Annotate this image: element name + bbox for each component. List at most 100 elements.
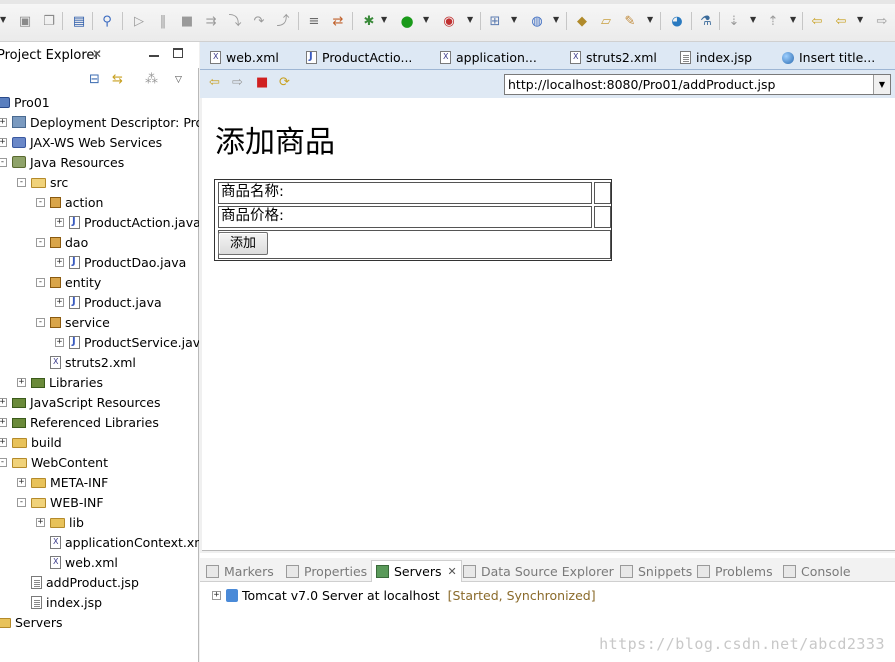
forward-icon[interactable]: ⇨: [873, 13, 891, 29]
save-icon[interactable]: ▣: [16, 13, 34, 29]
skip-breakpoints-icon[interactable]: ⚲: [98, 13, 116, 29]
view-tab[interactable]: Servers ✕: [371, 560, 462, 582]
refresh-icon[interactable]: ⟳: [279, 76, 290, 89]
url-input[interactable]: http://localhost:8080/Pro01/addProduct.j…: [504, 74, 891, 95]
tree-item[interactable]: web.xml: [36, 552, 118, 572]
collapse-icon[interactable]: -: [36, 277, 45, 287]
tree-item[interactable]: + JAX-WS Web Services: [0, 132, 162, 152]
expand-icon[interactable]: +: [55, 257, 64, 267]
tree-item[interactable]: + lib: [36, 512, 84, 532]
expand-icon[interactable]: +: [17, 477, 26, 487]
next-annotation-icon[interactable]: ⇣: [725, 13, 743, 29]
explorer-title[interactable]: Project Explorer: [0, 48, 100, 63]
expand-icon[interactable]: +: [36, 517, 45, 527]
tree-item[interactable]: + Libraries: [17, 372, 103, 392]
view-tab[interactable]: Markers: [206, 560, 274, 582]
web-browser-icon[interactable]: ◕: [668, 13, 686, 29]
editor-tab[interactable]: index.jsp: [674, 45, 772, 70]
view-tab[interactable]: Properties: [286, 560, 367, 582]
tree-item[interactable]: Servers: [0, 612, 63, 632]
chevron-down-icon[interactable]: ▼: [467, 15, 473, 24]
tree-item[interactable]: + ProductAction.java: [55, 212, 199, 232]
chevron-down-icon[interactable]: ▼: [423, 15, 429, 24]
expand-icon[interactable]: +: [55, 297, 64, 307]
disconnect-icon[interactable]: ⇉: [202, 13, 220, 29]
tree-item[interactable]: struts2.xml: [36, 352, 136, 372]
open-task-icon[interactable]: ✎: [621, 13, 639, 29]
previous-annotation-icon[interactable]: ⇡: [764, 13, 782, 29]
collapse-icon[interactable]: -: [36, 237, 45, 247]
collapse-all-icon[interactable]: ⊟: [89, 72, 100, 87]
save-all-icon[interactable]: ❐: [40, 13, 58, 29]
link-with-editor-icon[interactable]: ⇆: [112, 72, 123, 87]
run-icon[interactable]: ●: [398, 13, 416, 29]
filters-icon[interactable]: ⁂: [145, 72, 158, 87]
tree-item[interactable]: + Product.java: [55, 292, 162, 312]
view-menu-icon[interactable]: ▽: [175, 75, 182, 85]
view-tab[interactable]: Data Source Explorer: [463, 560, 614, 582]
terminate-icon[interactable]: ■: [178, 13, 196, 29]
search-icon[interactable]: ⚗: [697, 13, 715, 29]
tree-item[interactable]: - WEB-INF: [17, 492, 104, 512]
collapse-icon[interactable]: -: [36, 197, 45, 207]
step-into-icon[interactable]: ⤵: [226, 13, 244, 29]
tree-item[interactable]: + build: [0, 432, 62, 452]
editor-tab[interactable]: application...: [434, 45, 560, 70]
tree-item[interactable]: - dao: [36, 232, 88, 252]
back-icon[interactable]: ⇦: [832, 13, 850, 29]
view-tab[interactable]: Snippets: [620, 560, 692, 582]
editor-tab[interactable]: struts2.xml: [564, 45, 670, 70]
tree-item[interactable]: + Referenced Libraries: [0, 412, 159, 432]
new-server-icon[interactable]: ⊞: [486, 13, 504, 29]
chevron-down-icon[interactable]: ▼: [790, 15, 796, 24]
view-tab[interactable]: Console: [783, 560, 851, 582]
forward-icon[interactable]: ⇨: [232, 76, 243, 89]
chevron-down-icon[interactable]: ▼: [647, 15, 653, 24]
publish-icon[interactable]: ⇄: [329, 13, 347, 29]
last-edit-location-icon[interactable]: ⇦: [808, 13, 826, 29]
chevron-down-icon[interactable]: ▼: [857, 15, 863, 24]
price-input[interactable]: [594, 206, 611, 228]
step-return-icon[interactable]: ⤴: [274, 13, 292, 29]
minimize-icon[interactable]: [149, 47, 159, 57]
chevron-down-icon[interactable]: ▼: [381, 15, 387, 24]
collapse-icon[interactable]: -: [0, 457, 7, 467]
expand-icon[interactable]: +: [0, 437, 7, 447]
open-type-icon[interactable]: ◆: [573, 13, 591, 29]
suspend-icon[interactable]: ‖: [154, 13, 172, 29]
tree-item[interactable]: applicationContext.xml: [36, 532, 199, 552]
tree-item[interactable]: addProduct.jsp: [17, 572, 139, 592]
expand-icon[interactable]: +: [0, 137, 7, 147]
editor-tab[interactable]: Insert title...: [776, 45, 892, 70]
new-java-class-icon[interactable]: ◍: [528, 13, 546, 29]
tree-item[interactable]: - Java Resources: [0, 152, 124, 172]
debug-icon[interactable]: ✱: [360, 13, 378, 29]
tree-item[interactable]: + JavaScript Resources: [0, 392, 160, 412]
monitor-icon[interactable]: ▤: [70, 13, 88, 29]
expand-icon[interactable]: +: [212, 590, 221, 600]
collapse-icon[interactable]: -: [0, 157, 7, 167]
maximize-icon[interactable]: [173, 48, 183, 58]
chevron-down-icon[interactable]: ▼: [750, 15, 756, 24]
tree-item[interactable]: + ProductDao.java: [55, 252, 186, 272]
chevron-down-icon[interactable]: ▼: [0, 15, 6, 24]
expand-icon[interactable]: +: [0, 117, 7, 127]
tree-item[interactable]: - entity: [36, 272, 101, 292]
editor-tab[interactable]: web.xml: [204, 45, 300, 70]
use-step-filters-icon[interactable]: ≡: [305, 13, 323, 29]
close-icon[interactable]: ✕: [448, 565, 457, 578]
collapse-icon[interactable]: -: [17, 497, 26, 507]
tree-item[interactable]: - service: [36, 312, 110, 332]
expand-icon[interactable]: +: [0, 397, 7, 407]
tree-item[interactable]: + ProductService.java: [55, 332, 199, 352]
close-icon[interactable]: ✕: [92, 47, 102, 61]
run-external-tools-icon[interactable]: ◉: [440, 13, 458, 29]
tree-item[interactable]: - src: [17, 172, 68, 192]
collapse-icon[interactable]: -: [17, 177, 26, 187]
tree-item[interactable]: - action: [36, 192, 103, 212]
open-folder-icon[interactable]: ▱: [597, 13, 615, 29]
tree-item[interactable]: index.jsp: [17, 592, 102, 612]
view-tab[interactable]: Problems: [697, 560, 773, 582]
expand-icon[interactable]: +: [55, 217, 64, 227]
expand-icon[interactable]: +: [17, 377, 26, 387]
